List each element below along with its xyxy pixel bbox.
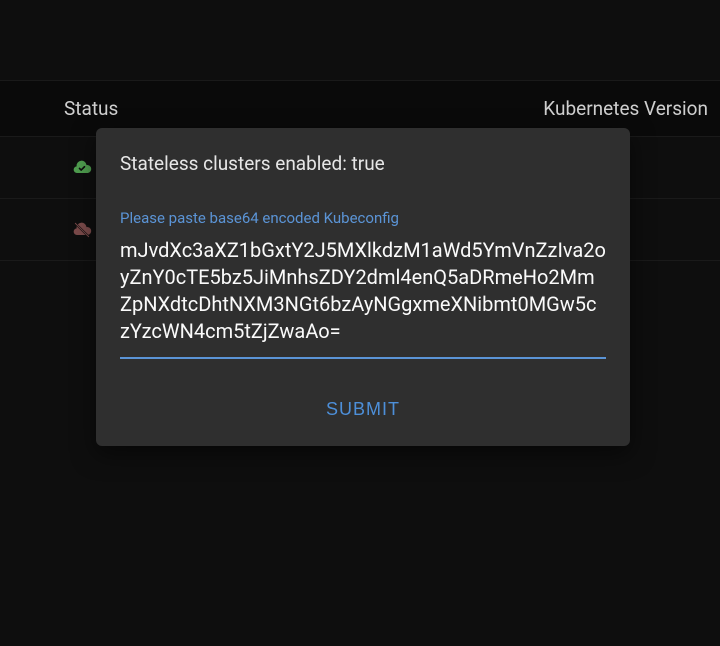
kubeconfig-input-label: Please paste base64 encoded Kubeconfig bbox=[120, 209, 606, 227]
column-header-status: Status bbox=[64, 97, 118, 120]
kubeconfig-input[interactable] bbox=[120, 237, 606, 359]
column-header-kubernetes-version: Kubernetes Version bbox=[543, 97, 708, 120]
submit-button[interactable]: SUBMIT bbox=[310, 391, 416, 428]
kubeconfig-dialog: Stateless clusters enabled: true Please … bbox=[96, 128, 630, 446]
cloud-check-icon bbox=[72, 158, 92, 178]
dialog-title: Stateless clusters enabled: true bbox=[120, 152, 606, 175]
top-spacer bbox=[0, 0, 720, 81]
cloud-off-icon bbox=[72, 220, 92, 240]
